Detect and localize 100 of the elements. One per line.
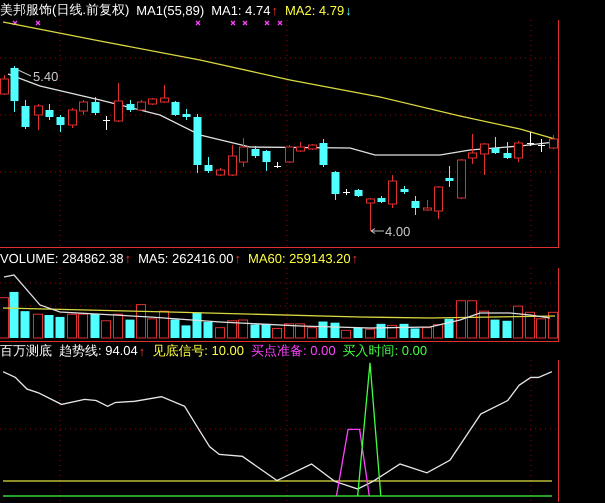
trend-arrow: ↓ (345, 2, 352, 18)
legend-label: MA60: 259143.20 (248, 250, 351, 266)
candlestick (332, 170, 340, 200)
candlestick (354, 188, 362, 198)
volume-bar (513, 306, 523, 338)
candlestick (102, 116, 110, 130)
candlestick (538, 138, 546, 152)
candlestick (366, 198, 375, 232)
candlestick (446, 166, 454, 188)
legend-label: VOLUME: 284862.38 (0, 250, 124, 266)
legend-label: MA5: 262416.00 (138, 250, 234, 266)
volume-bar (126, 320, 134, 338)
volume-bar (365, 328, 375, 338)
volume-bar (490, 320, 500, 338)
candlestick (504, 142, 512, 160)
volume-bar (33, 314, 43, 338)
candlestick (22, 100, 30, 130)
volume-bar (307, 327, 317, 338)
candlestick (423, 200, 432, 212)
trend-arrow: ↑ (271, 2, 278, 18)
candlestick (378, 196, 386, 204)
volume-bar (44, 315, 54, 338)
candlestick (10, 66, 18, 112)
candlestick (412, 196, 420, 216)
candlestick (308, 144, 317, 150)
candlestick (204, 156, 212, 174)
candlestick (34, 104, 43, 130)
candlestick (216, 168, 225, 176)
candlestick (46, 104, 54, 120)
volume-bar (341, 330, 351, 338)
candlestick (262, 150, 270, 172)
legend-label: 买点准备: 0.00 (251, 342, 336, 360)
volume-bar (20, 311, 30, 338)
leader-line (370, 228, 384, 234)
candlestick (480, 142, 489, 176)
candlestick (228, 144, 237, 176)
trend-arrow: ↑ (234, 250, 241, 266)
volume-bar (159, 310, 169, 338)
volume-bar (101, 320, 111, 338)
candlestick (172, 100, 180, 116)
legend-label: 见底信号: 10.00 (152, 342, 244, 360)
candlestick (160, 84, 169, 104)
volume-bar (444, 318, 454, 338)
candlestick (274, 162, 282, 168)
legend-label: 百万测底 (0, 342, 52, 360)
candlestick (400, 186, 408, 194)
candlestick (492, 136, 500, 154)
candlestick (194, 114, 202, 174)
price-label: 4.00 (385, 224, 410, 239)
candlestick (126, 100, 134, 112)
candlestick (114, 82, 123, 122)
candlestick (92, 96, 100, 116)
trend-arrow: ↑ (352, 250, 358, 266)
buy-prepare-line (336, 428, 370, 496)
legend-label: MA2: 4.79 (284, 2, 344, 18)
candlestick (388, 174, 397, 208)
price-label: 5.40 (33, 69, 58, 84)
candlestick (526, 132, 534, 146)
volume-bar (227, 320, 237, 338)
candlestick (148, 98, 157, 106)
volume-bar (400, 324, 408, 338)
candlestick (434, 186, 443, 220)
candlestick (457, 158, 466, 200)
candlestick (285, 144, 294, 164)
volume-bar (10, 292, 18, 338)
volume-bar (525, 312, 535, 338)
volume-bar (272, 328, 282, 338)
candlestick (514, 140, 523, 162)
trend-arrow: ↑ (124, 250, 132, 266)
volume-bar (354, 328, 362, 338)
volume-bar (113, 314, 123, 338)
candlestick (79, 100, 88, 116)
volume-bar (56, 316, 64, 338)
volume-bar (479, 310, 489, 338)
volume-bar (536, 318, 546, 338)
volume-bar (90, 314, 100, 338)
volume-bar (170, 320, 180, 338)
legend-label: 趋势线: 94.04 (59, 342, 138, 360)
candlestick (296, 142, 305, 152)
legend-label: 买入时间: 0.00 (342, 342, 428, 360)
candlestick (468, 134, 477, 164)
volume-bar (204, 322, 212, 338)
leader-line (18, 70, 32, 76)
candlestick (68, 108, 77, 128)
volume-bar (410, 328, 420, 338)
legend-label: MA1: 4.74 (211, 2, 270, 18)
volume-bar (422, 327, 432, 338)
chart-title: 美邦服饰(日线.前复权) (0, 1, 130, 19)
candlestick (239, 138, 248, 168)
volume-bar (295, 323, 305, 338)
candlestick (252, 146, 260, 158)
volume-bar (376, 324, 386, 338)
volume-bar (250, 324, 260, 338)
volume-bar (502, 320, 512, 338)
candlestick (320, 138, 328, 168)
trend-arrow: ↑ (138, 344, 146, 358)
volume-bar (67, 314, 77, 338)
volume-bar (215, 327, 225, 338)
volume-bar (284, 323, 294, 338)
volume-bar (433, 324, 443, 338)
